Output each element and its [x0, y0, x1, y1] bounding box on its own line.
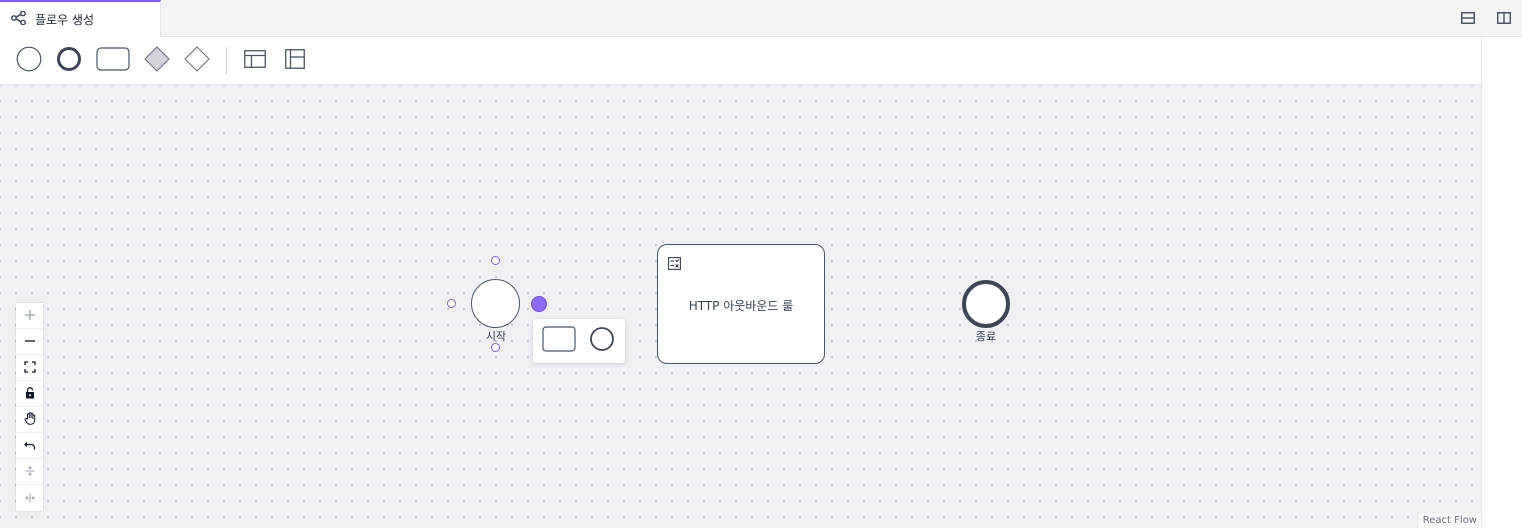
- split-horizontal-button[interactable]: [1450, 0, 1486, 37]
- start-node-handle-top[interactable]: [491, 256, 500, 265]
- start-node-handle-left[interactable]: [447, 299, 456, 308]
- flow-share-icon: [11, 10, 27, 29]
- undo-icon: [23, 436, 36, 455]
- tool-start-event[interactable]: [12, 37, 46, 85]
- split-vertical-button[interactable]: [1486, 0, 1522, 37]
- split-horizontal-icon: [1461, 9, 1475, 28]
- start-node-handle-bottom[interactable]: [491, 343, 500, 352]
- end-event-icon: [589, 326, 615, 356]
- align-horizontal-icon: [24, 489, 36, 508]
- flow-canvas[interactable]: 시작 HTTP 아웃바운드 룰 종료 React Flow: [0, 85, 1481, 528]
- task-shape-icon: [96, 47, 130, 75]
- start-event-icon: [16, 46, 42, 76]
- quick-add-popup: [533, 319, 625, 363]
- end-event-icon: [56, 46, 82, 76]
- zoom-out-button[interactable]: [16, 329, 43, 355]
- fit-view-button[interactable]: [16, 355, 43, 381]
- tab-flow-create[interactable]: 플로우 생성: [0, 0, 161, 37]
- table-vertical-icon: [285, 49, 305, 73]
- gateway-empty-icon: [183, 45, 211, 77]
- task-shape-icon: [542, 326, 576, 356]
- minus-icon: [24, 332, 36, 351]
- undo-button[interactable]: [16, 433, 43, 459]
- hand-icon: [24, 410, 36, 429]
- react-flow-attribution[interactable]: React Flow: [1418, 513, 1481, 528]
- quick-add-task-button[interactable]: [541, 319, 577, 363]
- pan-mode-button[interactable]: [16, 407, 43, 433]
- align-horizontal-button[interactable]: [16, 485, 43, 511]
- end-node-label: 종료: [975, 330, 997, 343]
- tool-end-event[interactable]: [52, 37, 86, 85]
- align-vertical-icon: [24, 462, 36, 481]
- tool-gateway-empty[interactable]: [180, 37, 214, 85]
- tab-bar: 플로우 생성: [0, 0, 1522, 37]
- tab-title: 플로우 생성: [35, 13, 95, 27]
- rule-checklist-icon: [668, 255, 681, 274]
- lock-button[interactable]: [16, 381, 43, 407]
- end-event-node[interactable]: [962, 280, 1010, 328]
- quick-add-end-button[interactable]: [587, 319, 617, 363]
- start-event-node[interactable]: [471, 279, 520, 328]
- tool-table-horizontal[interactable]: [240, 37, 270, 85]
- lock-icon: [25, 384, 35, 403]
- right-panel: [1481, 37, 1522, 528]
- fit-view-icon: [23, 358, 36, 377]
- canvas-controls: [16, 303, 43, 511]
- task-node-label: HTTP 아웃바운드 룰: [688, 299, 794, 313]
- shape-toolbar: [0, 37, 1481, 85]
- tool-table-vertical[interactable]: [280, 37, 310, 85]
- tool-gateway-filled[interactable]: [140, 37, 174, 85]
- split-vertical-icon: [1497, 9, 1511, 28]
- toolbar-divider: [226, 47, 227, 75]
- plus-icon: [24, 306, 36, 325]
- start-node-handle-right[interactable]: [531, 296, 547, 312]
- align-vertical-button[interactable]: [16, 459, 43, 485]
- zoom-in-button[interactable]: [16, 303, 43, 329]
- task-node-http-outbound[interactable]: HTTP 아웃바운드 룰: [657, 244, 825, 364]
- tool-task[interactable]: [94, 37, 132, 85]
- gateway-filled-icon: [143, 45, 171, 77]
- start-node-label: 시작: [485, 330, 507, 343]
- table-horizontal-icon: [244, 50, 266, 72]
